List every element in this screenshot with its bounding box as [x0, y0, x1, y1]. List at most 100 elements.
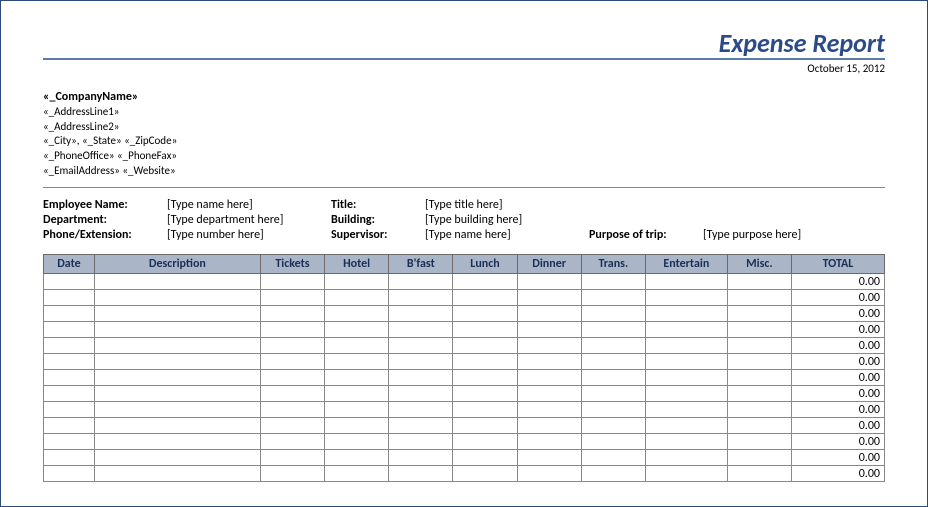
- table-cell[interactable]: [517, 418, 581, 434]
- table-cell[interactable]: [260, 306, 324, 322]
- table-cell[interactable]: [517, 450, 581, 466]
- table-cell[interactable]: [453, 450, 517, 466]
- table-cell[interactable]: [94, 466, 260, 482]
- table-cell[interactable]: [581, 466, 645, 482]
- table-cell[interactable]: [325, 322, 389, 338]
- table-cell[interactable]: [389, 306, 453, 322]
- table-cell[interactable]: [260, 274, 324, 290]
- table-cell[interactable]: [94, 338, 260, 354]
- table-cell[interactable]: [727, 386, 791, 402]
- table-cell[interactable]: [645, 322, 727, 338]
- table-cell[interactable]: [517, 402, 581, 418]
- table-cell[interactable]: [325, 434, 389, 450]
- table-cell[interactable]: [44, 322, 95, 338]
- table-cell[interactable]: [44, 274, 95, 290]
- table-cell[interactable]: [453, 370, 517, 386]
- table-cell[interactable]: [44, 306, 95, 322]
- table-cell[interactable]: [44, 370, 95, 386]
- table-cell[interactable]: [389, 466, 453, 482]
- table-cell[interactable]: [94, 418, 260, 434]
- table-cell[interactable]: [325, 402, 389, 418]
- table-cell[interactable]: [453, 402, 517, 418]
- table-cell[interactable]: [44, 466, 95, 482]
- table-cell[interactable]: [645, 450, 727, 466]
- table-cell[interactable]: [453, 338, 517, 354]
- table-cell[interactable]: [727, 418, 791, 434]
- table-cell[interactable]: [325, 290, 389, 306]
- table-cell[interactable]: [44, 418, 95, 434]
- table-cell[interactable]: [260, 466, 324, 482]
- table-cell[interactable]: [94, 450, 260, 466]
- table-cell[interactable]: [44, 450, 95, 466]
- table-cell[interactable]: [260, 322, 324, 338]
- table-cell[interactable]: [453, 306, 517, 322]
- table-cell[interactable]: [389, 402, 453, 418]
- table-cell[interactable]: [517, 370, 581, 386]
- table-cell[interactable]: [727, 370, 791, 386]
- table-cell[interactable]: [581, 418, 645, 434]
- table-cell[interactable]: [727, 466, 791, 482]
- table-cell[interactable]: [453, 354, 517, 370]
- table-cell[interactable]: [581, 338, 645, 354]
- table-cell[interactable]: [581, 274, 645, 290]
- table-cell[interactable]: [581, 290, 645, 306]
- table-cell[interactable]: [44, 386, 95, 402]
- table-cell[interactable]: [260, 450, 324, 466]
- table-cell[interactable]: [94, 290, 260, 306]
- table-cell[interactable]: [453, 386, 517, 402]
- table-cell[interactable]: [389, 386, 453, 402]
- table-cell[interactable]: [727, 402, 791, 418]
- table-cell[interactable]: [325, 354, 389, 370]
- table-cell[interactable]: [260, 386, 324, 402]
- table-cell[interactable]: [581, 434, 645, 450]
- table-cell[interactable]: [325, 274, 389, 290]
- table-cell[interactable]: [260, 402, 324, 418]
- table-cell[interactable]: [389, 354, 453, 370]
- table-cell[interactable]: [517, 274, 581, 290]
- table-cell[interactable]: [581, 370, 645, 386]
- table-cell[interactable]: [645, 290, 727, 306]
- table-cell[interactable]: [260, 354, 324, 370]
- table-cell[interactable]: [453, 434, 517, 450]
- table-cell[interactable]: [727, 306, 791, 322]
- table-cell[interactable]: [389, 274, 453, 290]
- table-cell[interactable]: [581, 354, 645, 370]
- table-cell[interactable]: [94, 386, 260, 402]
- table-cell[interactable]: [453, 274, 517, 290]
- table-cell[interactable]: [325, 306, 389, 322]
- table-cell[interactable]: [727, 274, 791, 290]
- table-cell[interactable]: [645, 338, 727, 354]
- table-cell[interactable]: [581, 402, 645, 418]
- table-cell[interactable]: [517, 322, 581, 338]
- table-cell[interactable]: [94, 434, 260, 450]
- table-cell[interactable]: [727, 434, 791, 450]
- table-cell[interactable]: [517, 466, 581, 482]
- table-cell[interactable]: [389, 322, 453, 338]
- table-cell[interactable]: [389, 450, 453, 466]
- table-cell[interactable]: [727, 338, 791, 354]
- table-cell[interactable]: [325, 466, 389, 482]
- table-cell[interactable]: [645, 466, 727, 482]
- table-cell[interactable]: [581, 386, 645, 402]
- table-cell[interactable]: [325, 450, 389, 466]
- table-cell[interactable]: [517, 354, 581, 370]
- table-cell[interactable]: [645, 306, 727, 322]
- table-cell[interactable]: [44, 290, 95, 306]
- table-cell[interactable]: [645, 434, 727, 450]
- building-field[interactable]: [Type building here]: [425, 213, 585, 227]
- table-cell[interactable]: [645, 418, 727, 434]
- table-cell[interactable]: [517, 290, 581, 306]
- employee-name-field[interactable]: [Type name here]: [167, 198, 327, 212]
- table-cell[interactable]: [389, 434, 453, 450]
- table-cell[interactable]: [325, 370, 389, 386]
- table-cell[interactable]: [581, 450, 645, 466]
- table-cell[interactable]: [94, 322, 260, 338]
- table-cell[interactable]: [325, 338, 389, 354]
- table-cell[interactable]: [645, 370, 727, 386]
- table-cell[interactable]: [517, 306, 581, 322]
- table-cell[interactable]: [44, 402, 95, 418]
- table-cell[interactable]: [389, 338, 453, 354]
- title-field[interactable]: [Type title here]: [425, 198, 585, 212]
- table-cell[interactable]: [453, 418, 517, 434]
- table-cell[interactable]: [325, 386, 389, 402]
